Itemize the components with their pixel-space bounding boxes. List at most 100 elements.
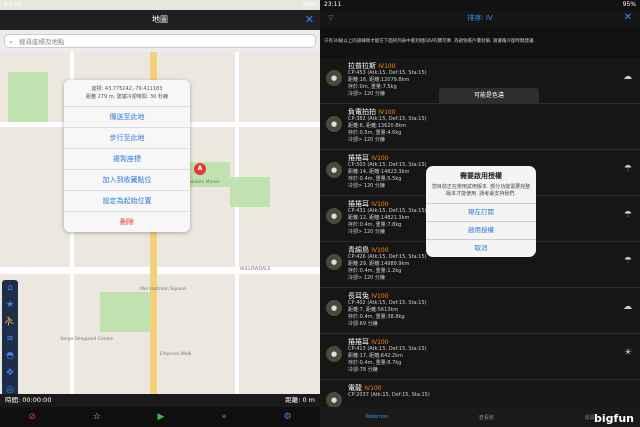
pokemon-name-text: 負電拍拍	[348, 108, 376, 116]
coords-text: 座標: 43.775242,-79.411183	[91, 86, 163, 92]
map-label: WILLOWDALE	[240, 267, 271, 272]
sort-title[interactable]: 排序: IV	[467, 14, 492, 22]
map-road	[235, 52, 239, 407]
weather-icon: ☁	[623, 72, 632, 82]
subscribe-button[interactable]: 現在訂閱	[426, 204, 536, 222]
status-time: 23:11	[324, 1, 342, 8]
filter-icon[interactable]: ▽	[328, 10, 333, 26]
bigfun-logo: bigfun	[594, 412, 634, 425]
walk-button[interactable]: 步行至此地	[64, 128, 190, 149]
list-item[interactable]: ● 長耳兔 IV100 CP:402 (Atk:15, Def:15, Sta:15…	[320, 288, 640, 334]
weather-icon: ☀	[623, 348, 632, 358]
route-time: 時間: 00:00:00	[5, 396, 52, 404]
delete-button[interactable]: 刪除	[64, 212, 190, 232]
status-time: 23:06	[4, 1, 22, 8]
list-navbar: ▽ 排序: IV ✕	[320, 10, 640, 26]
cooldown-text: 冷卻:78 分鐘	[348, 367, 378, 373]
distance-text: 距離 279 m, 建議冷卻時間: 30 秒鐘	[86, 94, 168, 100]
cp-stats: CP:431 (Atk:15, Def:15, Sta:15)	[348, 208, 427, 214]
distance-text: 距離:29, 距離:14989.9km	[348, 261, 410, 267]
cooldown-text: 冷卻> 120 分鐘	[348, 91, 385, 97]
tab-pokemon[interactable]: Pokémon	[365, 414, 388, 420]
teleport-button[interactable]: 傳送至此地	[64, 107, 190, 128]
settings-icon[interactable]: ⚙	[284, 412, 292, 422]
cooldown-text: 冷卻:69 分鐘	[348, 321, 378, 327]
walk-icon[interactable]: ⛹	[2, 314, 18, 331]
map-pin-marker[interactable]: A	[194, 163, 206, 175]
route-distance: 距離: 0 m	[285, 396, 315, 404]
time-text: 存於:0.4m, 重量:5.5kg	[348, 176, 402, 182]
cp-stats: CP:382 (Atk:15, Def:15, Sta:15)	[348, 116, 427, 122]
copy-coords-button[interactable]: 複製座標	[64, 149, 190, 170]
status-battery: 96%	[302, 1, 316, 8]
joystick-icon[interactable]: ✥	[2, 365, 18, 382]
weather-icon: ☁	[623, 302, 632, 312]
location-action-menu: 座標: 43.775242,-79.411183 距離 279 m, 建議冷卻時…	[64, 80, 190, 232]
status-battery: 95%	[622, 1, 636, 8]
star-icon[interactable]: ★	[2, 297, 18, 314]
license-dialog: 需要啟用授權 您目前正在使用試用版本. 部分功能需要完整版本才能使用. 請考慮支…	[426, 166, 536, 257]
pokemon-name-text: 捲捲耳	[348, 338, 369, 346]
activate-license-button[interactable]: 啟用授權	[426, 222, 536, 240]
pokemon-list-pane: 23:11 95% ▽ 排序: IV ✕ 只有30級以上的訓練師才能在下面的列表…	[320, 0, 640, 427]
iv-badge: IV100	[378, 63, 396, 70]
cooldown-text: 冷卻> 120 分鐘	[348, 137, 385, 143]
search-icon: ⌕	[9, 38, 13, 46]
route-info-bar: 時間: 00:00:00 距離: 0 m	[0, 394, 320, 407]
notice-text: 只有30級以上的訓練師才能在下面的列表中看到相同IV的寶可夢. 為避免帳戶遭封鎖…	[324, 39, 535, 44]
pokemon-name-text: 電龍	[348, 384, 362, 392]
layers-icon[interactable]: ≋	[2, 331, 18, 348]
add-favorite-button[interactable]: 加入到收藏點位	[64, 170, 190, 191]
home-icon[interactable]: ⌂	[2, 280, 18, 297]
cp-stats: CP:2037 (Atk:15, Def:15, Sta:15)	[348, 392, 430, 398]
pokemon-avatar: ●	[326, 116, 342, 132]
status-bar: 23:11 95%	[320, 0, 640, 10]
close-icon[interactable]: ✕	[624, 10, 632, 26]
cp-stats: CP:402 (Atk:15, Def:15, Sta:15)	[348, 300, 427, 306]
cooldown-text: 冷卻> 120 分鐘	[348, 229, 385, 235]
set-start-button[interactable]: 設定為起始位置	[64, 191, 190, 212]
weather-icon: ☂	[623, 164, 632, 174]
pokeball-icon[interactable]: ◓	[2, 348, 18, 365]
distance-text: 距離:16, 距離:12079.8km	[348, 77, 410, 83]
time-text: 存於:0.4m, 重量:38.8kg	[348, 314, 405, 320]
time-text: 存於:0m, 重量:7.5kg	[348, 84, 397, 90]
play-icon[interactable]: ▶	[158, 412, 165, 422]
cooldown-text: 冷卻> 120 分鐘	[348, 183, 385, 189]
map-navbar: 地圖 ✕	[0, 10, 320, 30]
tab-gyms[interactable]: 查看館	[479, 414, 494, 421]
distance-text: 距離:12, 距離:14821.3km	[348, 215, 410, 221]
time-text: 存於:0.4m, 重量:7.8kg	[348, 222, 402, 228]
map-side-toolbar: ⌂ ★ ⛹ ≋ ◓ ✥ ◎	[2, 280, 18, 399]
speed-icon[interactable]: »	[221, 412, 227, 422]
search-placeholder: 搜尋座標及地點	[19, 38, 65, 46]
distance-text: 距離:17, 距離:642.2km	[348, 353, 403, 359]
search-row: ⌕ 搜尋座標及地點	[0, 30, 320, 52]
stop-icon[interactable]: ⊘	[28, 412, 36, 422]
search-input[interactable]: ⌕ 搜尋座標及地點	[4, 34, 316, 48]
bottom-tab-bar: Pokémon 查看館 道具	[320, 407, 640, 427]
list-item[interactable]: ● 負電拍拍 IV100 CP:382 (Atk:15, Def:15, Sta:1…	[320, 104, 640, 150]
list-item[interactable]: ● 捲捲耳 IV100 CP:413 (Atk:15, Def:15, Sta:15…	[320, 334, 640, 380]
weather-icon: ☂	[623, 256, 632, 266]
pokemon-avatar: ●	[326, 300, 342, 316]
iv-badge: IV100	[371, 339, 389, 346]
cancel-button[interactable]: 取消	[426, 240, 536, 257]
map-park	[230, 177, 270, 207]
map-park	[8, 72, 48, 122]
status-bar: 23:06 96%	[0, 0, 320, 10]
close-icon[interactable]: ✕	[305, 10, 314, 30]
iv-badge: IV100	[371, 293, 389, 300]
distance-text: 距離:14, 距離:14823.3km	[348, 169, 410, 175]
iv-badge: IV100	[364, 385, 382, 392]
time-text: 存於:0.4m, 重量:1.2kg	[348, 268, 402, 274]
cp-stats: CP:453 (Atk:15, Def:15, Sta:15)	[348, 70, 427, 76]
pokemon-name-text: 捲捲耳	[348, 154, 369, 162]
map-park	[100, 292, 150, 332]
map-label: Mel Lastman Square	[140, 287, 186, 292]
pokemon-avatar: ●	[326, 392, 342, 408]
pokemon-name-text: 捲捲耳	[348, 200, 369, 208]
cp-stats: CP:503 (Atk:15, Def:15, Sta:15)	[348, 162, 427, 168]
favorite-star-icon[interactable]: ☆	[93, 412, 101, 422]
pokemon-avatar: ●	[326, 346, 342, 362]
